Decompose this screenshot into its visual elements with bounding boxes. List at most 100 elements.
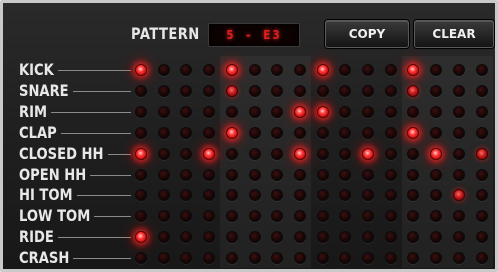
step-led[interactable] bbox=[339, 168, 352, 181]
step-led[interactable] bbox=[316, 252, 329, 265]
step-led[interactable] bbox=[475, 84, 488, 97]
step-led[interactable] bbox=[362, 168, 374, 181]
step-led[interactable] bbox=[384, 210, 397, 223]
step-led[interactable] bbox=[475, 231, 488, 244]
step-led[interactable] bbox=[452, 252, 465, 265]
step-led[interactable] bbox=[135, 64, 147, 76]
step-led[interactable] bbox=[180, 231, 193, 244]
step-led[interactable] bbox=[180, 189, 193, 202]
step-led[interactable] bbox=[135, 126, 147, 139]
step-led[interactable] bbox=[316, 105, 329, 118]
step-led[interactable] bbox=[384, 64, 397, 76]
step-led[interactable] bbox=[339, 84, 352, 97]
step-led[interactable] bbox=[157, 105, 170, 118]
step-led[interactable] bbox=[339, 105, 352, 118]
step-led[interactable] bbox=[362, 126, 374, 139]
step-led[interactable] bbox=[430, 64, 443, 76]
step-led[interactable] bbox=[362, 231, 374, 244]
step-led[interactable] bbox=[180, 147, 193, 160]
step-led[interactable] bbox=[225, 147, 238, 160]
step-led[interactable] bbox=[452, 105, 465, 118]
step-led[interactable] bbox=[316, 168, 329, 181]
step-led[interactable] bbox=[248, 64, 261, 76]
step-led[interactable] bbox=[316, 231, 329, 244]
step-led[interactable] bbox=[293, 231, 306, 244]
copy-button[interactable]: COPY bbox=[325, 20, 409, 48]
step-led[interactable] bbox=[407, 168, 420, 181]
step-led[interactable] bbox=[203, 168, 216, 181]
step-led[interactable] bbox=[271, 105, 284, 118]
step-led[interactable] bbox=[362, 189, 374, 202]
step-led[interactable] bbox=[248, 147, 261, 160]
step-led[interactable] bbox=[452, 210, 465, 223]
step-led[interactable] bbox=[475, 147, 488, 160]
step-led[interactable] bbox=[135, 105, 147, 118]
step-led[interactable] bbox=[248, 189, 261, 202]
step-led[interactable] bbox=[225, 252, 238, 265]
step-led[interactable] bbox=[293, 84, 306, 97]
step-led[interactable] bbox=[203, 231, 216, 244]
step-led[interactable] bbox=[475, 189, 488, 202]
step-led[interactable] bbox=[407, 147, 420, 160]
step-led[interactable] bbox=[362, 64, 374, 76]
step-led[interactable] bbox=[316, 126, 329, 139]
step-led[interactable] bbox=[225, 231, 238, 244]
step-led[interactable] bbox=[430, 126, 443, 139]
clear-button[interactable]: CLEAR bbox=[414, 20, 494, 48]
step-led[interactable] bbox=[407, 126, 420, 139]
step-led[interactable] bbox=[157, 168, 170, 181]
step-led[interactable] bbox=[475, 210, 488, 223]
step-led[interactable] bbox=[157, 126, 170, 139]
step-led[interactable] bbox=[452, 231, 465, 244]
step-led[interactable] bbox=[203, 252, 216, 265]
step-led[interactable] bbox=[225, 105, 238, 118]
step-led[interactable] bbox=[135, 210, 147, 223]
step-led[interactable] bbox=[293, 252, 306, 265]
step-led[interactable] bbox=[135, 252, 147, 265]
step-led[interactable] bbox=[316, 84, 329, 97]
step-led[interactable] bbox=[180, 84, 193, 97]
step-led[interactable] bbox=[362, 84, 374, 97]
step-led[interactable] bbox=[452, 126, 465, 139]
step-led[interactable] bbox=[248, 168, 261, 181]
step-led[interactable] bbox=[293, 147, 306, 160]
step-led[interactable] bbox=[430, 168, 443, 181]
step-led[interactable] bbox=[339, 210, 352, 223]
step-led[interactable] bbox=[248, 210, 261, 223]
step-led[interactable] bbox=[475, 126, 488, 139]
step-led[interactable] bbox=[271, 84, 284, 97]
step-led[interactable] bbox=[180, 168, 193, 181]
step-led[interactable] bbox=[430, 84, 443, 97]
step-led[interactable] bbox=[225, 210, 238, 223]
step-led[interactable] bbox=[135, 147, 147, 160]
step-led[interactable] bbox=[384, 231, 397, 244]
step-led[interactable] bbox=[180, 64, 193, 76]
step-led[interactable] bbox=[203, 126, 216, 139]
step-led[interactable] bbox=[271, 126, 284, 139]
step-led[interactable] bbox=[316, 64, 329, 76]
step-led[interactable] bbox=[135, 189, 147, 202]
step-led[interactable] bbox=[384, 252, 397, 265]
step-led[interactable] bbox=[225, 126, 238, 139]
step-led[interactable] bbox=[248, 84, 261, 97]
step-led[interactable] bbox=[339, 64, 352, 76]
step-led[interactable] bbox=[248, 252, 261, 265]
step-led[interactable] bbox=[180, 210, 193, 223]
step-led[interactable] bbox=[293, 126, 306, 139]
step-led[interactable] bbox=[384, 189, 397, 202]
step-led[interactable] bbox=[430, 105, 443, 118]
step-led[interactable] bbox=[157, 210, 170, 223]
step-led[interactable] bbox=[316, 210, 329, 223]
step-led[interactable] bbox=[339, 231, 352, 244]
step-led[interactable] bbox=[384, 147, 397, 160]
step-led[interactable] bbox=[384, 168, 397, 181]
step-led[interactable] bbox=[248, 231, 261, 244]
step-led[interactable] bbox=[203, 64, 216, 76]
step-led[interactable] bbox=[316, 147, 329, 160]
step-led[interactable] bbox=[452, 84, 465, 97]
step-led[interactable] bbox=[384, 105, 397, 118]
step-led[interactable] bbox=[384, 84, 397, 97]
step-led[interactable] bbox=[384, 126, 397, 139]
step-led[interactable] bbox=[452, 147, 465, 160]
step-led[interactable] bbox=[203, 84, 216, 97]
